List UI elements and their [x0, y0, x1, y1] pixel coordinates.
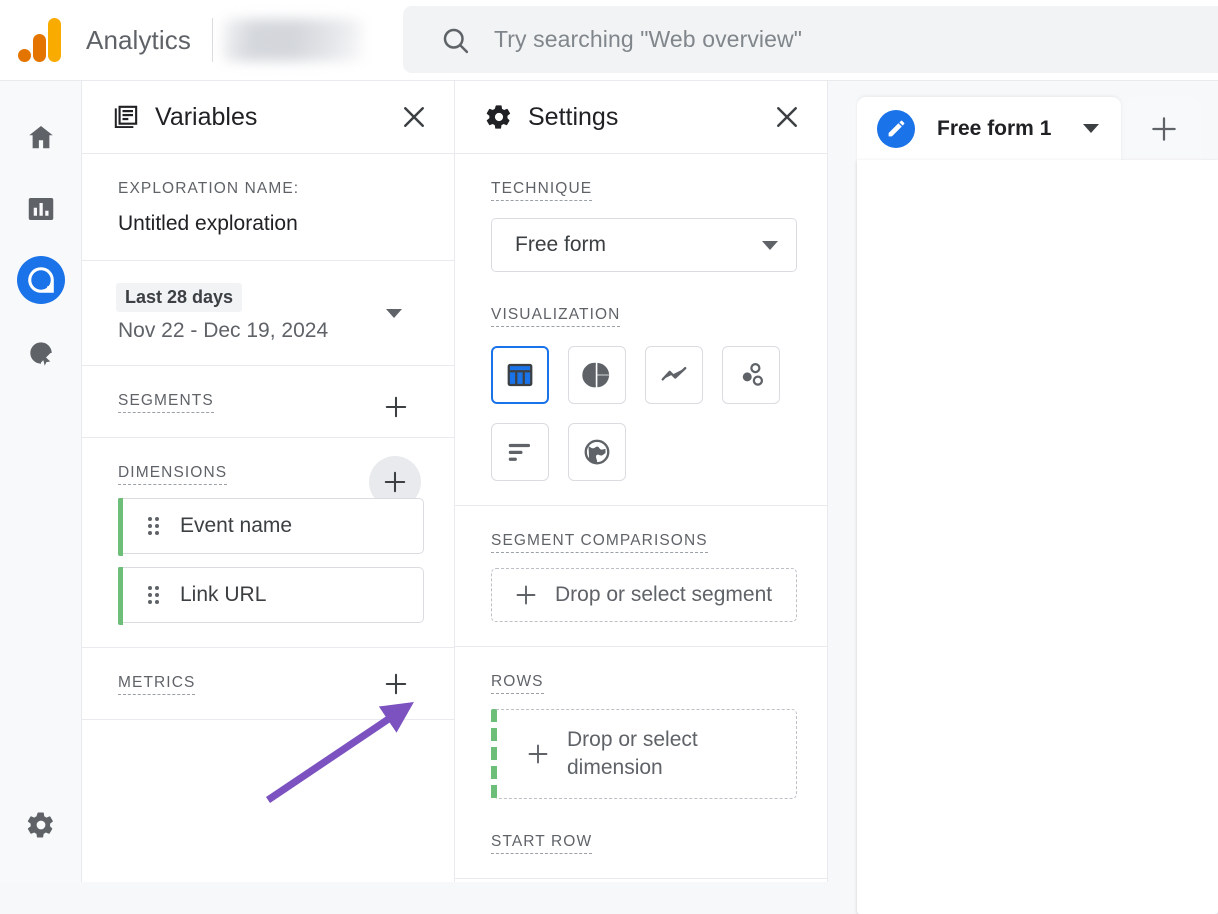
plus-icon [385, 396, 407, 418]
plus-icon [516, 585, 536, 605]
segment-dropzone-label: Drop or select segment [555, 583, 773, 607]
segments-add-button[interactable] [383, 394, 409, 420]
technique-select[interactable]: Free form [491, 218, 797, 273]
sidebar-item-home[interactable] [17, 113, 65, 161]
segments-label: SEGMENTS [118, 392, 214, 414]
dimension-chip-label: Event name [180, 514, 293, 538]
tab-free-form-1[interactable]: Free form 1 [857, 97, 1122, 160]
viz-option-free-form-table[interactable] [491, 346, 549, 405]
dimension-chip-label: Link URL [180, 583, 267, 607]
technique-section: TECHNIQUE Free form VISUALIZATION [455, 154, 827, 507]
add-tab-button[interactable] [1126, 97, 1202, 160]
explore-icon [28, 267, 54, 293]
segment-comparisons-label: SEGMENT COMPARISONS [491, 532, 708, 554]
rows-section: ROWS Drop or select dimension START ROW [455, 647, 827, 880]
logo-dot [17, 49, 31, 62]
line-chart-icon [661, 367, 687, 381]
drag-handle-icon[interactable] [148, 586, 160, 605]
list-item[interactable]: Link URL [118, 567, 424, 626]
viz-option-bar-chart[interactable] [491, 423, 549, 482]
exploration-name-label: EXPLORATION NAME: [118, 180, 300, 197]
brand-name: Analytics [86, 24, 191, 55]
home-icon [29, 126, 53, 149]
visualization-options [491, 346, 797, 482]
report-canvas [857, 160, 1218, 914]
technique-label: TECHNIQUE [491, 180, 593, 202]
dimensions-section: DIMENSIONS Event name Link URL [82, 438, 454, 649]
variables-panel: Variables EXPLORATION NAME: Untitled exp… [82, 81, 455, 882]
chevron-down-icon [762, 240, 778, 250]
horizontal-bar-icon [508, 443, 530, 461]
edit-pencil-icon[interactable] [877, 109, 915, 148]
metrics-label: METRICS [118, 674, 196, 696]
viz-option-geo-map[interactable] [568, 423, 626, 482]
bar-chart-icon [28, 198, 54, 220]
left-nav-rail [0, 81, 82, 882]
sidebar-item-explore[interactable] [17, 256, 65, 304]
search-placeholder: Try searching "Web overview" [494, 26, 803, 52]
settings-title: Settings [528, 102, 619, 131]
search-icon [443, 28, 469, 53]
drag-handle-icon[interactable] [148, 517, 160, 536]
plus-icon [385, 673, 407, 695]
chevron-down-icon[interactable] [1083, 124, 1100, 133]
canvas-area: Free form 1 [829, 81, 1218, 914]
divider [211, 18, 213, 62]
plus-icon [1152, 116, 1176, 141]
property-selector[interactable] [222, 19, 363, 61]
advertising-target-icon [30, 342, 52, 366]
variables-list-icon [114, 105, 138, 128]
scatter-plot-icon [742, 363, 764, 386]
sidebar-item-admin[interactable] [17, 801, 65, 849]
logo-container [0, 18, 81, 62]
globe-icon [584, 439, 610, 465]
rows-label: ROWS [491, 673, 544, 695]
close-icon[interactable] [773, 103, 801, 131]
page-title: Variables [155, 102, 258, 131]
top-bar: Analytics Try searching "Web overview" [0, 0, 1218, 81]
gear-icon [27, 812, 53, 838]
viz-option-line-chart[interactable] [645, 346, 703, 405]
viz-option-scatter-plot[interactable] [722, 346, 780, 405]
logo-bar-mid [32, 34, 46, 62]
chevron-down-icon [386, 309, 402, 319]
visualization-label: VISUALIZATION [491, 306, 621, 328]
segment-dropzone[interactable]: Drop or select segment [491, 568, 797, 623]
settings-panel: Settings TECHNIQUE Free form VISUALIZATI… [455, 81, 828, 882]
dimensions-label: DIMENSIONS [118, 464, 228, 486]
table-icon [507, 363, 533, 387]
tab-label: Free form 1 [937, 116, 1052, 140]
variables-panel-header: Variables [82, 81, 454, 154]
sidebar-item-advertising[interactable] [17, 329, 65, 377]
gear-icon [486, 105, 511, 129]
sidebar-item-reports[interactable] [17, 185, 65, 233]
viz-option-donut-chart[interactable] [568, 346, 626, 405]
metrics-add-button[interactable] [383, 671, 409, 697]
date-range-value: Nov 22 - Dec 19, 2024 [118, 319, 329, 343]
exploration-name-section: EXPLORATION NAME: Untitled exploration [82, 154, 454, 262]
metrics-section: METRICS [82, 648, 454, 721]
list-item[interactable]: Event name [118, 498, 424, 557]
segments-section: SEGMENTS [82, 366, 454, 439]
donut-chart-icon [582, 362, 610, 388]
plus-icon [384, 471, 406, 493]
logo-bar-tall [47, 18, 61, 62]
segment-comparisons-section: SEGMENT COMPARISONS Drop or select segme… [455, 506, 827, 648]
tab-strip: Free form 1 [857, 97, 1202, 160]
settings-panel-header: Settings [455, 81, 827, 154]
date-range-selector[interactable]: Last 28 days Nov 22 - Dec 19, 2024 [82, 261, 454, 367]
google-analytics-logo [17, 18, 64, 62]
close-icon[interactable] [400, 103, 428, 131]
rows-dropzone-label: Drop or select dimension [567, 728, 698, 780]
search-input[interactable]: Try searching "Web overview" [403, 6, 1218, 73]
plus-icon [528, 744, 548, 764]
rows-drop-indicator [491, 709, 497, 800]
date-range-chip: Last 28 days [116, 283, 243, 313]
rows-dropzone[interactable]: Drop or select dimension [491, 709, 797, 800]
technique-value: Free form [515, 233, 607, 257]
start-row-label: START ROW [491, 833, 593, 855]
exploration-name-value[interactable]: Untitled exploration [118, 212, 424, 236]
